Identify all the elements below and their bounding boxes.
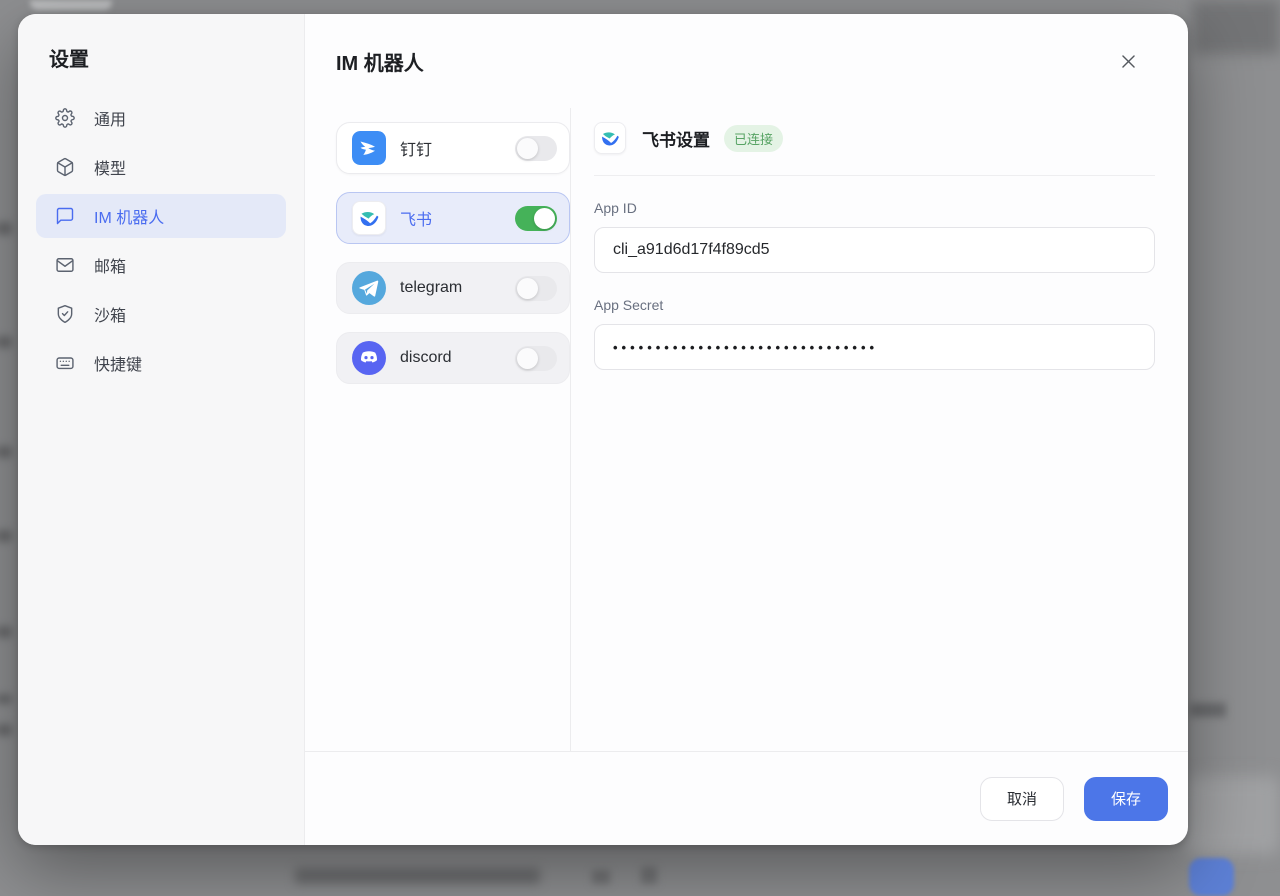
divider	[594, 175, 1155, 176]
background-blur-shape	[592, 870, 610, 884]
dialog-title: IM 机器人	[336, 47, 424, 76]
dingtalk-toggle[interactable]	[515, 136, 557, 161]
sidebar-nav: 通用 模型 IM 机器人 邮箱	[36, 96, 286, 385]
dialog-main: IM 机器人 钉钉	[305, 14, 1188, 845]
status-badge: 已连接	[724, 125, 783, 152]
cancel-button[interactable]: 取消	[980, 777, 1064, 821]
feishu-settings-panel: 飞书设置 已连接 App ID App Secret	[571, 108, 1188, 751]
platform-name: 钉钉	[400, 136, 432, 160]
background-blur-shape	[0, 446, 12, 458]
background-blur-shape	[30, 0, 112, 10]
chat-bubble-icon	[55, 206, 75, 226]
discord-toggle[interactable]	[515, 346, 557, 371]
cube-icon	[55, 157, 75, 177]
panel-title: 飞书设置	[642, 126, 710, 151]
feishu-toggle[interactable]	[515, 206, 557, 231]
dialog-footer: 取消 保存	[305, 751, 1188, 845]
telegram-icon	[352, 271, 386, 305]
background-blur-shape	[0, 694, 12, 704]
background-blur-shape	[0, 336, 12, 348]
close-button[interactable]	[1112, 45, 1144, 77]
mail-icon	[55, 255, 75, 275]
platform-name: telegram	[400, 279, 462, 297]
sidebar-item-models[interactable]: 模型	[36, 145, 286, 189]
sidebar-item-label: 模型	[94, 155, 126, 179]
sidebar-item-label: 邮箱	[94, 253, 126, 277]
background-blur-shape	[0, 530, 12, 542]
platform-list: 钉钉 飞书 telegram	[305, 108, 570, 751]
sidebar-item-sandbox[interactable]: 沙箱	[36, 292, 286, 336]
sidebar-item-email[interactable]: 邮箱	[36, 243, 286, 287]
background-blur-shape	[0, 724, 12, 736]
platform-name: 飞书	[400, 206, 432, 230]
sidebar-item-general[interactable]: 通用	[36, 96, 286, 140]
app-secret-input[interactable]	[594, 324, 1155, 370]
settings-sidebar: 设置 通用 模型 IM 机器人	[18, 14, 305, 845]
sidebar-item-label: IM 机器人	[94, 204, 164, 228]
background-blur-shape	[295, 868, 540, 884]
background-blur-shape	[1186, 776, 1280, 854]
platform-card-telegram[interactable]: telegram	[336, 262, 570, 314]
keyboard-icon	[55, 353, 75, 373]
app-secret-label: App Secret	[594, 297, 1155, 313]
gear-icon	[55, 108, 75, 128]
background-blur-shape	[641, 867, 657, 884]
feishu-icon	[352, 201, 386, 235]
background-blur-shape	[0, 222, 12, 235]
platform-name: discord	[400, 349, 452, 367]
panel-header: 飞书设置 已连接	[594, 120, 1155, 156]
background-blur-shape	[0, 626, 12, 638]
discord-icon	[352, 341, 386, 375]
sidebar-item-im-bots[interactable]: IM 机器人	[36, 194, 286, 238]
telegram-toggle[interactable]	[515, 276, 557, 301]
dialog-header: IM 机器人	[305, 14, 1188, 108]
dingtalk-icon	[352, 131, 386, 165]
platform-card-discord[interactable]: discord	[336, 332, 570, 384]
sidebar-item-shortcuts[interactable]: 快捷键	[36, 341, 286, 385]
background-blur-shape	[1192, 0, 1280, 54]
shield-check-icon	[55, 304, 75, 324]
settings-dialog: 设置 通用 模型 IM 机器人	[18, 14, 1188, 845]
dialog-content: 钉钉 飞书 telegram	[305, 108, 1188, 751]
platform-card-feishu[interactable]: 飞书	[336, 192, 570, 244]
background-blur-shape	[1190, 703, 1226, 717]
platform-card-dingtalk[interactable]: 钉钉	[336, 122, 570, 174]
sidebar-item-label: 快捷键	[94, 351, 142, 375]
sidebar-item-label: 沙箱	[94, 302, 126, 326]
app-id-input[interactable]	[594, 227, 1155, 273]
app-id-label: App ID	[594, 200, 1155, 216]
save-button[interactable]: 保存	[1084, 777, 1168, 821]
sidebar-title: 设置	[49, 46, 286, 74]
background-blur-shape	[1189, 858, 1234, 896]
sidebar-item-label: 通用	[94, 106, 126, 130]
close-icon	[1119, 52, 1138, 71]
feishu-icon	[594, 122, 626, 154]
